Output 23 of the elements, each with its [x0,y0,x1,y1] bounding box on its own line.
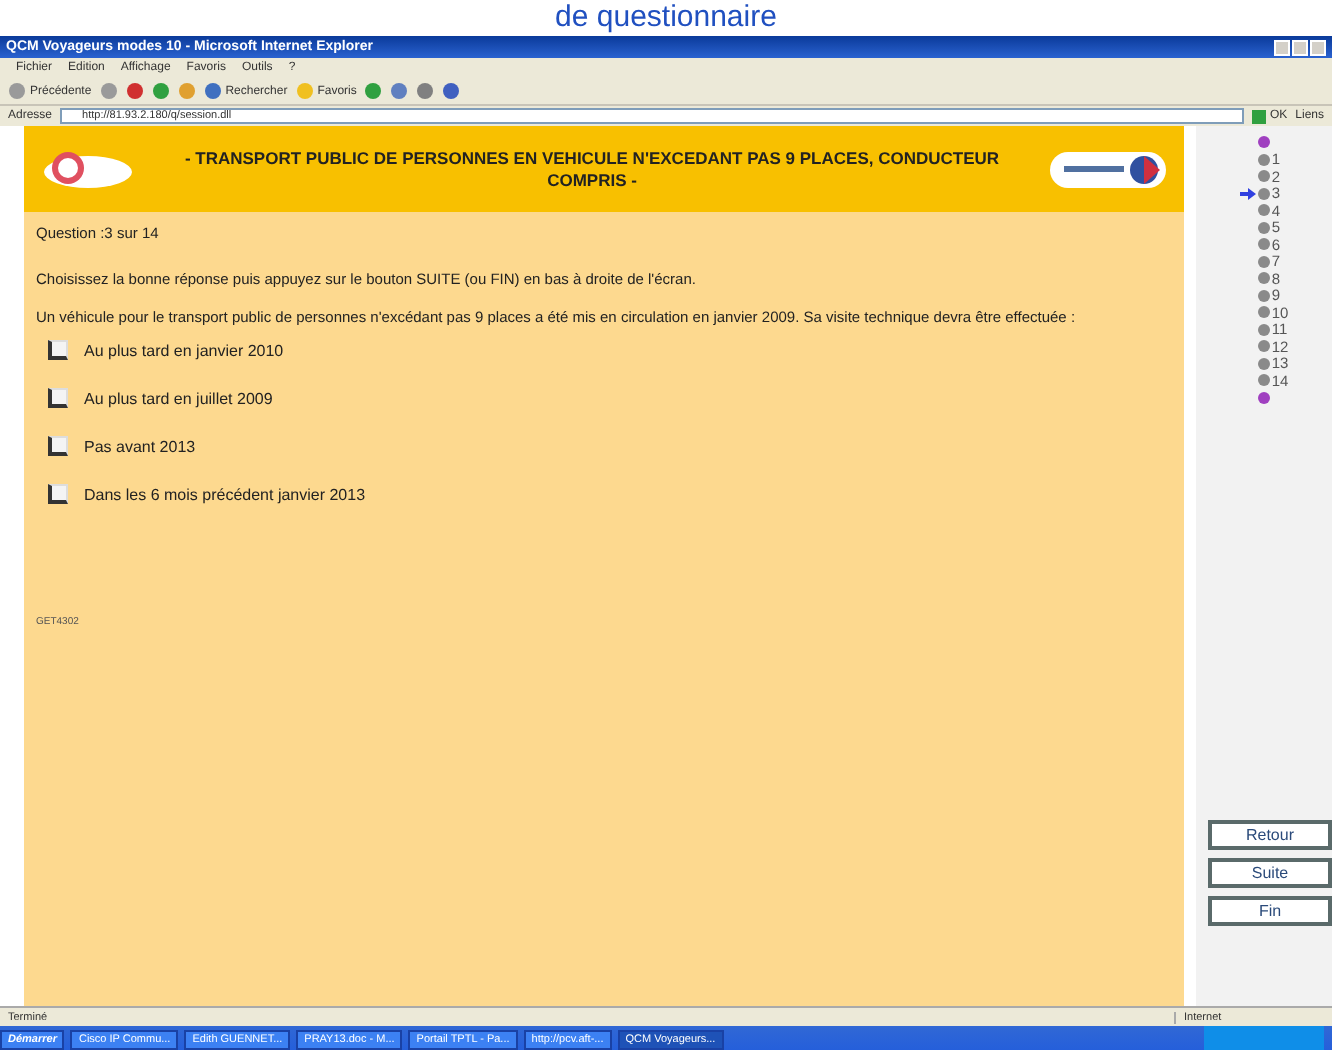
toolbar-icon [295,82,314,100]
answer-checkbox[interactable] [48,484,68,504]
answer-checkbox[interactable] [48,436,68,456]
close-button[interactable] [1310,39,1326,55]
answer-label[interactable]: Au plus tard en janvier 2010 [84,341,284,359]
answer-checkbox[interactable] [48,340,68,360]
arrow-icon [1239,187,1256,200]
logo-icon [40,147,136,191]
answer-checkbox[interactable] [48,388,68,408]
logo-icon [1048,149,1168,189]
nav-button[interactable]: Fin [1208,896,1332,926]
search-icon [203,82,222,100]
header-title: - TRANSPORT PUBLIC DE PERSONNES EN VEHICULE N'EXCEDANT PAS 9 PLACES, CONDUCTEUR COMPRIS - [182,147,1002,191]
slide-heading: de questionnaire [555,0,777,36]
maximize-button[interactable] [1292,39,1308,55]
nav-button[interactable]: Suite [1208,858,1332,888]
answer-label[interactable]: Pas avant 2013 [84,437,196,455]
toolbar-icon [8,82,26,100]
system-tray [1204,1026,1324,1050]
answer-label[interactable]: Dans les 6 mois précédent janvier 2013 [84,485,366,503]
answer-label[interactable]: Au plus tard en juillet 2009 [84,389,273,407]
minimize-button[interactable] [1274,39,1290,55]
nav-button[interactable]: Retour [1208,820,1332,850]
